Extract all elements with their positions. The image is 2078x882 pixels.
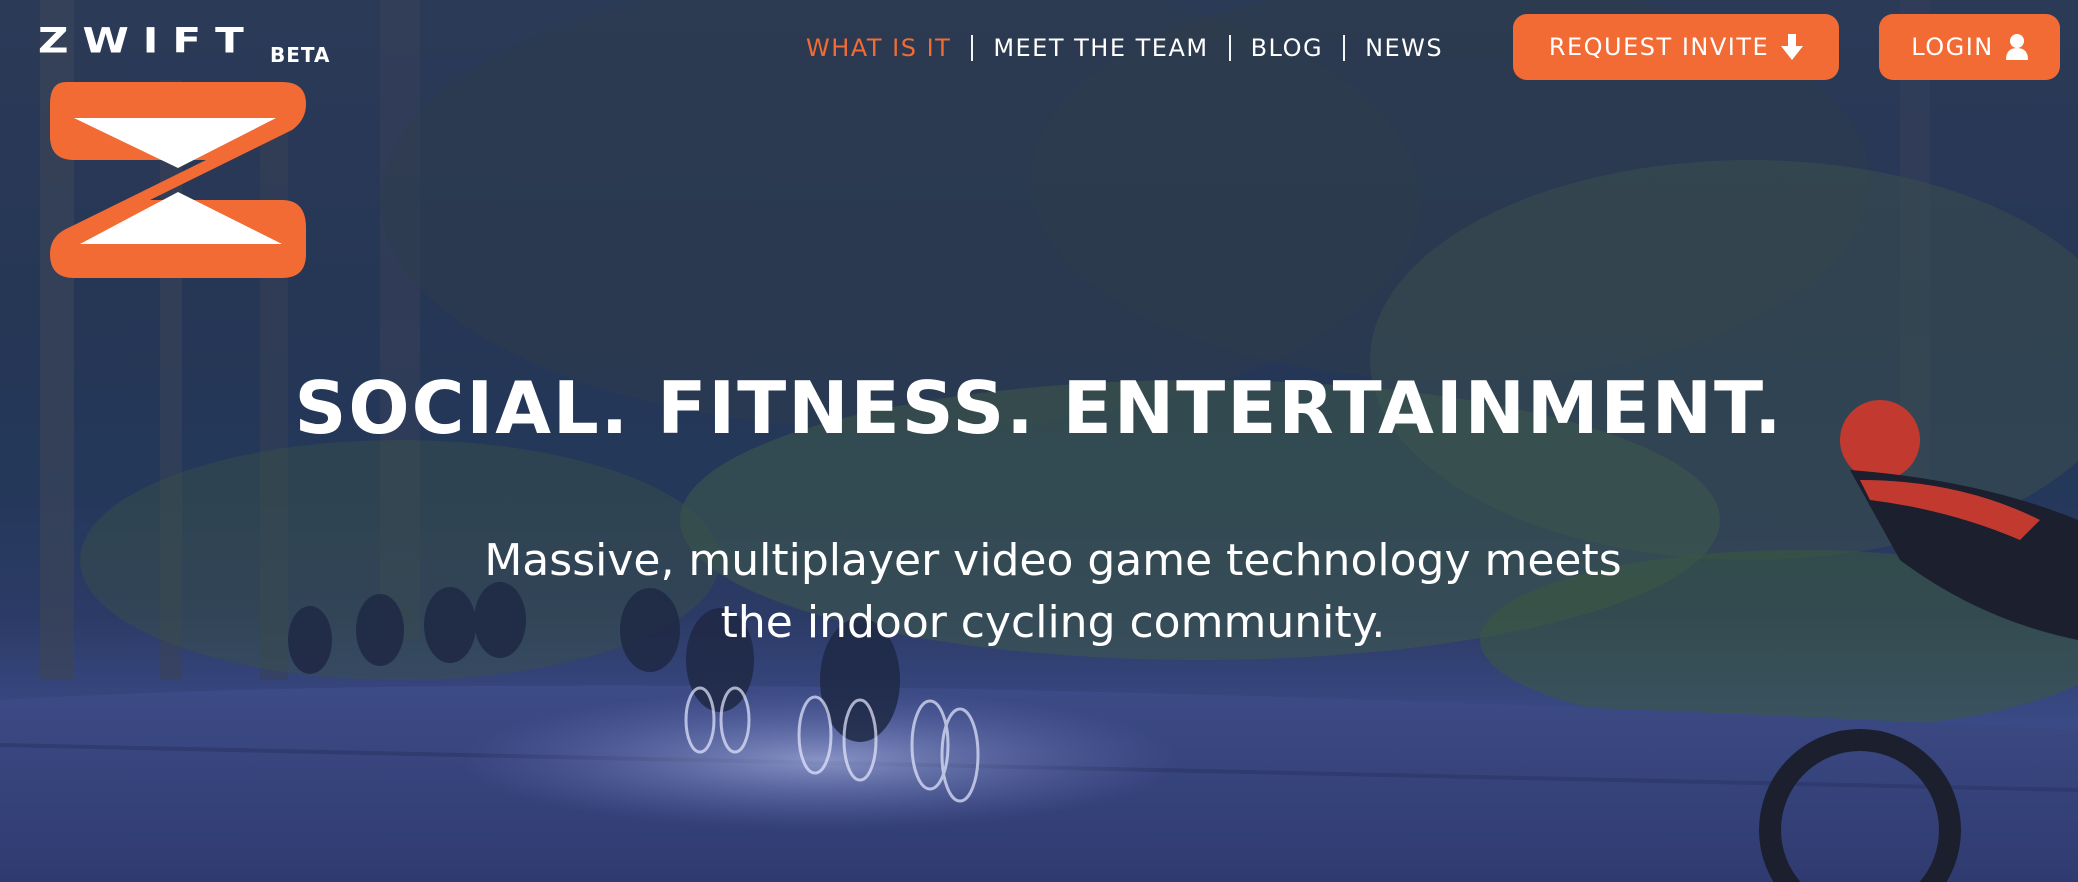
request-invite-button[interactable]: REQUEST INVITE xyxy=(1513,14,1839,80)
user-icon xyxy=(2005,34,2028,60)
login-button[interactable]: LOGIN xyxy=(1879,14,2060,80)
nav-news[interactable]: NEWS xyxy=(1365,34,1443,62)
brand-wordmark[interactable]: ZWIFT xyxy=(38,24,258,58)
hero-subhead-line: the indoor cycling community. xyxy=(720,597,1386,648)
nav-divider xyxy=(1228,35,1231,61)
request-invite-label: REQUEST INVITE xyxy=(1548,33,1770,61)
nav-divider xyxy=(1343,35,1346,61)
nav-what-is-it[interactable]: WHAT IS IT xyxy=(806,34,951,62)
hero-headline: SOCIAL. FITNESS. ENTERTAINMENT. xyxy=(294,366,1784,450)
hero-section: ZWIFT BETA WHAT IS IT MEET THE TEAM BLOG… xyxy=(0,0,2078,882)
nav-blog[interactable]: BLOG xyxy=(1251,34,1323,62)
main-nav: WHAT IS IT MEET THE TEAM BLOG NEWS xyxy=(806,30,1443,66)
zwift-logo-icon[interactable] xyxy=(50,82,306,278)
arrow-down-icon xyxy=(1781,34,1804,60)
hero-subhead: Massive, multiplayer video game technolo… xyxy=(0,530,2078,654)
hero-subhead-line: Massive, multiplayer video game technolo… xyxy=(484,535,1622,586)
nav-meet-the-team[interactable]: MEET THE TEAM xyxy=(993,34,1208,62)
login-label: LOGIN xyxy=(1911,33,1994,61)
beta-tag: BETA xyxy=(270,43,331,67)
nav-divider xyxy=(971,35,974,61)
